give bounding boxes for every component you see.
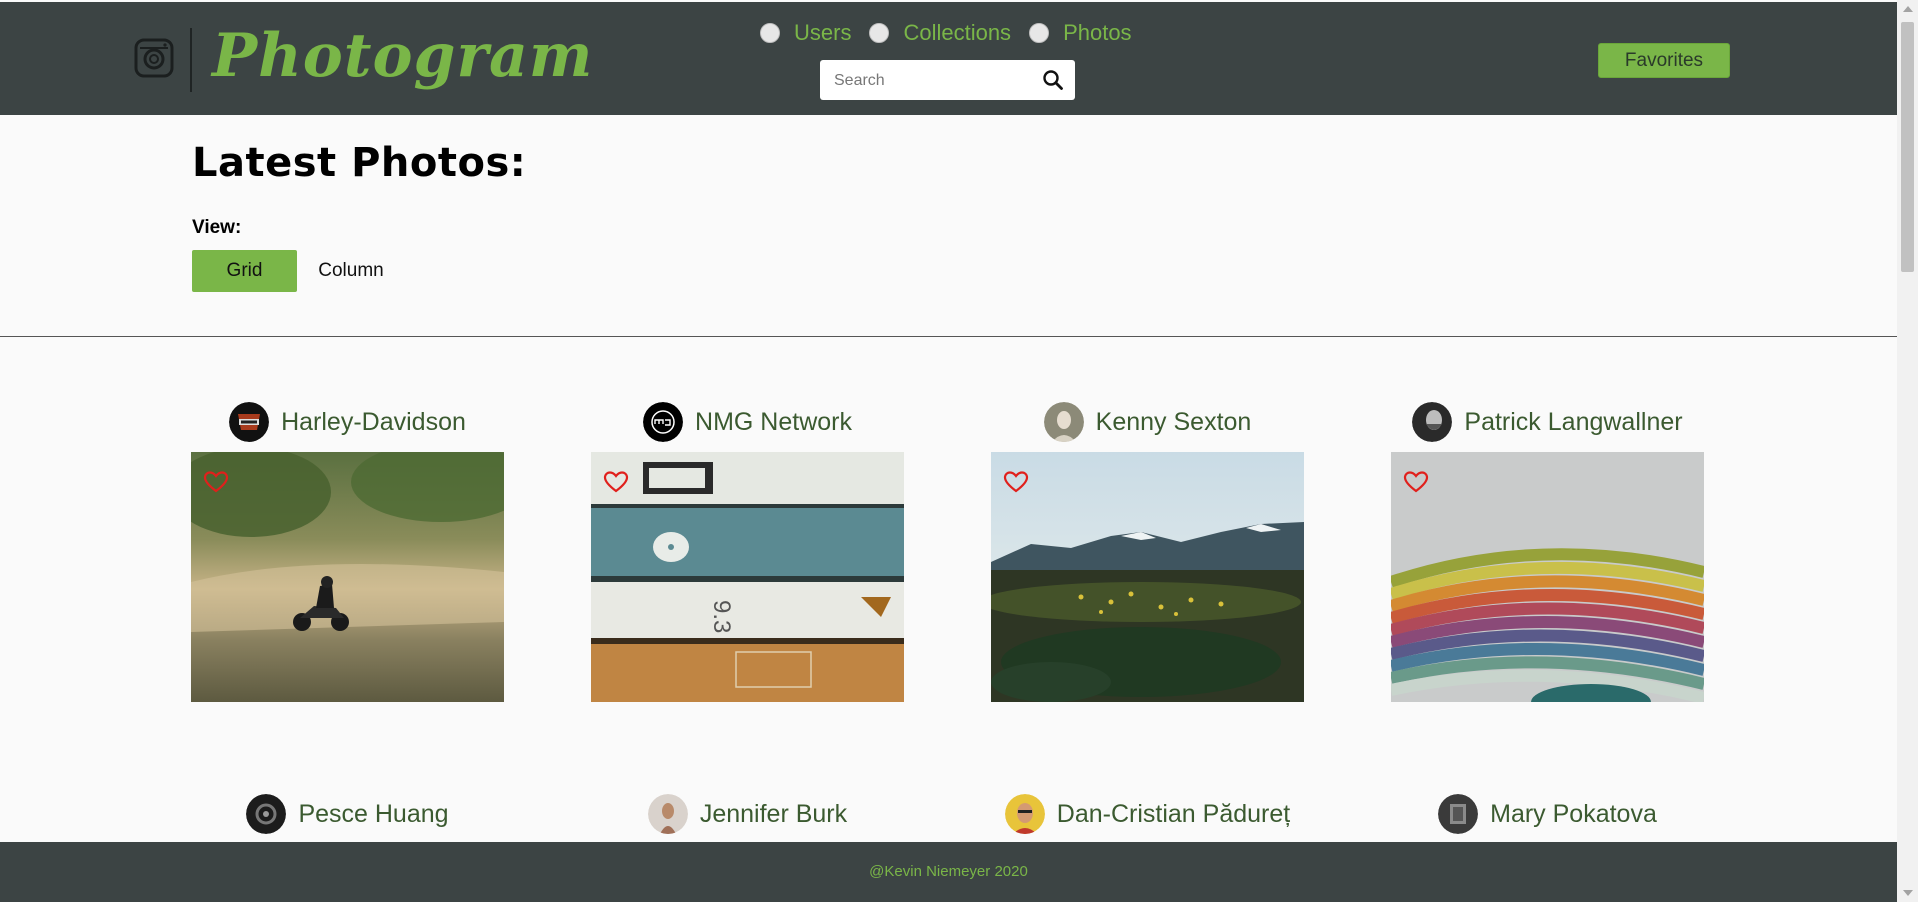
- heart-icon[interactable]: [1003, 470, 1029, 494]
- card-user-name: Patrick Langwallner: [1464, 407, 1683, 436]
- card-user-name: Mary Pokatova: [1490, 799, 1657, 828]
- card-user-name: Kenny Sexton: [1095, 407, 1252, 436]
- photo-card: Patrick Langwallner: [1391, 400, 1704, 702]
- page-title: Latest Photos:: [192, 140, 527, 186]
- logo-text[interactable]: Photogram: [212, 16, 593, 96]
- photos-radio[interactable]: [1029, 23, 1050, 43]
- vertical-scrollbar[interactable]: [1897, 0, 1918, 902]
- search-box: [820, 60, 1075, 100]
- avatar: [1043, 402, 1084, 442]
- avatar: [647, 794, 688, 834]
- photo-card: Dan-Cristian Pădureț: [991, 792, 1304, 842]
- section-divider: [0, 336, 1897, 337]
- photo-image[interactable]: [1391, 452, 1704, 702]
- grid-view-button[interactable]: Grid: [192, 250, 297, 292]
- nav-collections-label: Collections: [903, 20, 1012, 45]
- photo-card: NMG Network 9.3: [591, 400, 904, 702]
- card-user-name: Jennifer Burk: [699, 799, 848, 828]
- favorites-button[interactable]: Favorites: [1598, 43, 1730, 78]
- footer: @Kevin Niemeyer 2020: [0, 842, 1897, 902]
- card-user-name: Pesce Huang: [298, 799, 449, 828]
- card-header[interactable]: Harley-Davidson: [191, 400, 504, 444]
- collections-radio[interactable]: [869, 23, 890, 43]
- nav-collections-option[interactable]: Collections: [869, 20, 1011, 46]
- avatar: [1438, 794, 1479, 834]
- photo-card: Mary Pokatova: [1391, 792, 1704, 842]
- photo-card: Harley-Davidson: [191, 400, 504, 702]
- camera-logo-icon: [134, 38, 174, 78]
- avatar: [643, 402, 684, 442]
- scroll-up-arrow-icon[interactable]: [1903, 6, 1913, 12]
- card-header[interactable]: Kenny Sexton: [991, 400, 1304, 444]
- card-header[interactable]: Patrick Langwallner: [1391, 400, 1704, 444]
- card-header[interactable]: Jennifer Burk: [591, 792, 904, 836]
- app-header: Photogram Users Collections Photos Favor…: [0, 2, 1897, 115]
- column-view-button[interactable]: Column: [305, 250, 397, 292]
- search-input[interactable]: [832, 68, 1036, 94]
- nav-users-option[interactable]: Users: [760, 20, 851, 46]
- avatar: [229, 402, 270, 442]
- card-header[interactable]: NMG Network: [591, 400, 904, 444]
- card-user-name: Harley-Davidson: [281, 407, 466, 436]
- card-header[interactable]: Dan-Cristian Pădureț: [991, 792, 1304, 836]
- search-icon[interactable]: [1042, 69, 1064, 91]
- nav-photos-option[interactable]: Photos: [1029, 20, 1132, 46]
- nav-users-label: Users: [794, 20, 852, 45]
- scroll-thumb[interactable]: [1901, 22, 1914, 272]
- photo-image[interactable]: [991, 452, 1304, 702]
- heart-icon[interactable]: [603, 470, 629, 494]
- svg-text:9.3: 9.3: [708, 600, 735, 633]
- scroll-down-arrow-icon[interactable]: [1903, 890, 1913, 896]
- heart-icon[interactable]: [1403, 470, 1429, 494]
- photo-card: Kenny Sexton: [991, 400, 1304, 702]
- photo-card: Pesce Huang: [191, 792, 504, 842]
- card-header[interactable]: Pesce Huang: [191, 792, 504, 836]
- footer-credit: @Kevin Niemeyer 2020: [869, 863, 1028, 880]
- avatar: [1412, 402, 1453, 442]
- photo-image[interactable]: 9.3: [591, 452, 904, 702]
- users-radio[interactable]: [760, 23, 780, 43]
- view-label: View:: [192, 217, 242, 238]
- card-user-name: NMG Network: [695, 407, 852, 436]
- avatar: [246, 794, 287, 834]
- photo-card: Jennifer Burk: [591, 792, 904, 842]
- heart-icon[interactable]: [203, 470, 229, 494]
- photo-image[interactable]: [191, 452, 504, 702]
- card-header[interactable]: Mary Pokatova: [1391, 792, 1704, 836]
- nav-photos-label: Photos: [1063, 20, 1132, 45]
- avatar: [1004, 794, 1045, 834]
- logo-divider: [190, 28, 192, 92]
- type-nav: Users Collections Photos: [760, 18, 1150, 48]
- card-user-name: Dan-Cristian Pădureț: [1056, 799, 1291, 828]
